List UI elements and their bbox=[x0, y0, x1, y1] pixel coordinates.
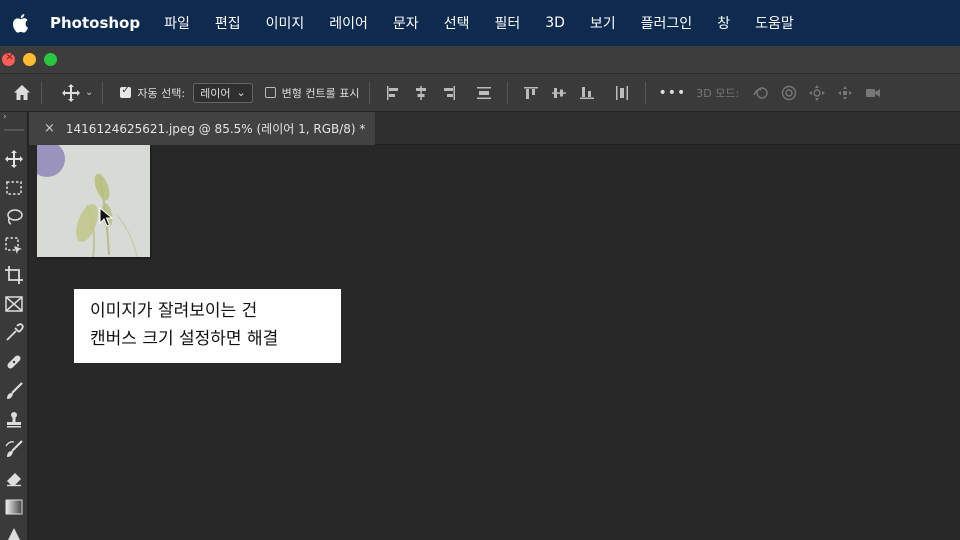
apple-logo-icon[interactable] bbox=[12, 13, 30, 33]
close-tab-icon[interactable]: × bbox=[44, 121, 55, 136]
canvas-area[interactable]: 이미지가 잘려보이는 건 캔버스 크기 설정하면 해결 bbox=[29, 145, 960, 540]
wheat-photo-image bbox=[37, 145, 150, 257]
align-vertical-centers-icon[interactable] bbox=[550, 84, 568, 102]
document-tab-bar: × 1416124625621.jpeg @ 85.5% (레이어 1, RGB… bbox=[29, 112, 960, 145]
show-transform-controls-checkbox[interactable] bbox=[264, 87, 276, 98]
menu-3d[interactable]: 3D bbox=[545, 15, 565, 31]
auto-select-value: 레이어 bbox=[200, 86, 231, 100]
distribute-horizontally-icon[interactable] bbox=[613, 84, 631, 102]
gradient-tool-icon[interactable] bbox=[3, 496, 25, 518]
3d-roll-icon[interactable] bbox=[780, 84, 798, 102]
marquee-tool-icon[interactable] bbox=[3, 177, 25, 199]
3d-slide-icon[interactable] bbox=[836, 84, 854, 102]
move-icon[interactable] bbox=[61, 83, 81, 103]
caption-line-1: 이미지가 잘려보이는 건 bbox=[90, 301, 258, 321]
menu-window[interactable]: 창 bbox=[717, 13, 730, 33]
show-transform-controls-label: 변형 컨트롤 표시 bbox=[281, 86, 360, 100]
caption-line-2: 캔버스 크기 설정하면 해결 bbox=[90, 329, 279, 349]
auto-select-checkbox[interactable] bbox=[120, 85, 132, 98]
separator bbox=[41, 81, 42, 104]
align-right-edges-icon[interactable] bbox=[440, 84, 458, 102]
macos-menu-bar: Photoshop 파일 편집 이미지 레이어 문자 선택 필터 3D 보기 플… bbox=[0, 0, 960, 46]
expand-panel-icon[interactable]: › bbox=[3, 112, 7, 122]
crop-tool-icon[interactable] bbox=[3, 264, 25, 286]
healing-brush-tool-icon[interactable] bbox=[3, 351, 25, 373]
eraser-tool-icon[interactable] bbox=[3, 467, 25, 489]
align-bottom-edges-icon[interactable] bbox=[578, 84, 596, 102]
menu-select[interactable]: 선택 bbox=[444, 13, 470, 33]
separator bbox=[368, 81, 370, 104]
app-name[interactable]: Photoshop bbox=[50, 14, 140, 32]
window-zoom-button[interactable] bbox=[44, 53, 57, 66]
3d-scale-camera-icon[interactable] bbox=[864, 84, 882, 102]
align-top-edges-icon[interactable] bbox=[522, 84, 540, 102]
align-left-edges-icon[interactable] bbox=[384, 84, 402, 102]
separator bbox=[506, 81, 508, 104]
3d-orbit-icon[interactable] bbox=[752, 84, 770, 102]
menu-file[interactable]: 파일 bbox=[164, 13, 190, 33]
auto-select-label: 자동 선택: bbox=[137, 86, 186, 100]
menu-type[interactable]: 문자 bbox=[393, 13, 419, 33]
caption-overlay: 이미지가 잘려보이는 건 캔버스 크기 설정하면 해결 bbox=[74, 289, 341, 363]
separator bbox=[644, 81, 646, 104]
clone-stamp-tool-icon[interactable] bbox=[3, 409, 25, 431]
options-bar: ⌄ 자동 선택: 레이어 ⌄ 변형 컨트롤 표시 ••• 3D 모드: bbox=[0, 74, 960, 112]
move-tool-icon[interactable] bbox=[3, 148, 25, 170]
distribute-vertically-icon[interactable] bbox=[475, 84, 493, 102]
tool-preset-chevron-down-icon[interactable]: ⌄ bbox=[85, 87, 93, 98]
home-icon[interactable] bbox=[12, 83, 32, 103]
chevron-down-icon: ⌄ bbox=[236, 86, 246, 99]
menu-image[interactable]: 이미지 bbox=[266, 13, 305, 33]
separator bbox=[102, 81, 104, 104]
panel-grip[interactable] bbox=[4, 129, 24, 131]
3d-mode-label: 3D 모드: bbox=[696, 86, 740, 100]
frame-tool-icon[interactable] bbox=[3, 293, 25, 315]
auto-select-dropdown[interactable]: 레이어 ⌄ bbox=[193, 82, 253, 103]
menu-layer[interactable]: 레이어 bbox=[329, 13, 368, 33]
menu-view[interactable]: 보기 bbox=[590, 13, 616, 33]
menu-edit[interactable]: 편집 bbox=[215, 13, 241, 33]
menu-plugins[interactable]: 플러그인 bbox=[641, 13, 693, 33]
object-selection-tool-icon[interactable] bbox=[3, 235, 25, 257]
history-brush-tool-icon[interactable] bbox=[3, 438, 25, 460]
arrow-cursor-icon bbox=[99, 207, 113, 227]
window-minimize-button[interactable] bbox=[23, 53, 36, 66]
document-image[interactable] bbox=[37, 145, 150, 257]
blur-tool-icon[interactable] bbox=[3, 524, 25, 540]
document-tab[interactable]: × 1416124625621.jpeg @ 85.5% (레이어 1, RGB… bbox=[29, 112, 375, 145]
align-horizontal-centers-icon[interactable] bbox=[412, 84, 430, 102]
menu-filter[interactable]: 필터 bbox=[494, 13, 520, 33]
window-title-bar bbox=[0, 46, 960, 74]
tools-panel: › bbox=[0, 112, 28, 540]
document-tab-title: 1416124625621.jpeg @ 85.5% (레이어 1, RGB/8… bbox=[65, 122, 366, 136]
more-options-icon[interactable]: ••• bbox=[659, 85, 687, 101]
eyedropper-tool-icon[interactable] bbox=[3, 322, 25, 344]
menu-help[interactable]: 도움말 bbox=[755, 13, 794, 33]
3d-pan-icon[interactable] bbox=[808, 84, 826, 102]
brush-tool-icon[interactable] bbox=[3, 380, 25, 402]
lasso-tool-icon[interactable] bbox=[3, 206, 25, 228]
window-close-button[interactable] bbox=[2, 50, 15, 66]
